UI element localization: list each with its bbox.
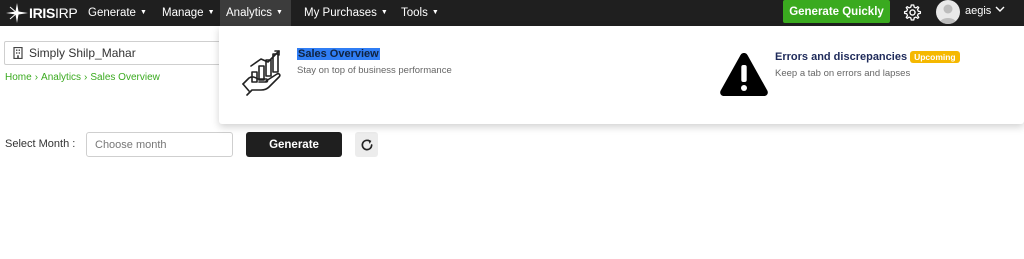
- upcoming-badge: Upcoming: [910, 51, 960, 63]
- caret-down-icon: ▼: [380, 9, 388, 16]
- caret-down-icon: ▼: [431, 9, 439, 16]
- breadcrumb: Home › Analytics › Sales Overview: [5, 72, 160, 83]
- select-month-label: Select Month :: [5, 138, 76, 150]
- breadcrumb-home[interactable]: Home: [5, 72, 32, 83]
- hand-chart-icon: [242, 50, 281, 96]
- user-silhouette-icon: [939, 4, 957, 24]
- nav-my-purchases-label: My Purchases: [304, 7, 377, 19]
- breadcrumb-sales-overview: Sales Overview: [90, 72, 160, 83]
- errors-title-text: Errors and discrepancies: [775, 51, 908, 63]
- chevron-down-icon[interactable]: [995, 4, 1005, 14]
- sales-overview-description: Stay on top of business performance: [297, 65, 452, 76]
- sales-overview-title[interactable]: Sales Overview: [297, 48, 452, 60]
- caret-down-icon: ▼: [207, 9, 215, 16]
- nav-analytics-label: Analytics: [226, 7, 273, 19]
- gear-icon[interactable]: [903, 3, 922, 22]
- refresh-button[interactable]: [355, 132, 378, 157]
- iris-star-logo-icon: [6, 3, 28, 23]
- nav-analytics[interactable]: Analytics ▼: [220, 0, 291, 26]
- nav-tools-label: Tools: [401, 7, 428, 19]
- logo-text: IRISIRP: [29, 5, 78, 21]
- user-name[interactable]: aegis: [965, 2, 991, 20]
- menu-item-errors-discrepancies[interactable]: Errors and discrepancies Upcoming Keep a…: [719, 51, 960, 97]
- company-name: Simply Shilp_Mahar: [29, 46, 136, 60]
- errors-discrepancies-description: Keep a tab on errors and lapses: [775, 68, 911, 79]
- month-input[interactable]: [86, 132, 233, 157]
- refresh-icon: [361, 138, 372, 150]
- logo[interactable]: IRISIRP: [6, 3, 78, 23]
- breadcrumb-analytics[interactable]: Analytics: [41, 72, 81, 83]
- breadcrumb-separator: ›: [84, 72, 88, 83]
- nav-generate-label: Generate: [88, 7, 136, 19]
- avatar[interactable]: [936, 0, 960, 24]
- menu-item-sales-overview[interactable]: Sales Overview Stay on top of business p…: [241, 48, 452, 98]
- generate-quickly-button[interactable]: Generate Quickly: [783, 0, 890, 23]
- generate-button[interactable]: Generate: [246, 132, 342, 157]
- nav-manage[interactable]: Manage ▼: [156, 0, 221, 26]
- errors-discrepancies-title[interactable]: Errors and discrepancies Upcoming: [775, 51, 960, 63]
- nav-my-purchases[interactable]: My Purchases ▼: [298, 0, 394, 26]
- warning-triangle-icon: [720, 53, 768, 96]
- caret-down-icon: ▼: [139, 9, 147, 16]
- company-selector[interactable]: Simply Shilp_Mahar: [4, 41, 224, 65]
- nav-manage-label: Manage: [162, 7, 204, 19]
- top-navbar: IRISIRP Generate ▼ Manage ▼ Analytics ▼ My …: [0, 0, 1024, 26]
- building-icon: [13, 47, 23, 59]
- nav-tools[interactable]: Tools ▼: [395, 0, 445, 26]
- analytics-dropdown-menu: Sales Overview Stay on top of business p…: [219, 26, 1024, 124]
- nav-generate[interactable]: Generate ▼: [82, 0, 153, 26]
- breadcrumb-separator: ›: [34, 72, 39, 83]
- caret-down-icon: ▼: [276, 9, 283, 16]
